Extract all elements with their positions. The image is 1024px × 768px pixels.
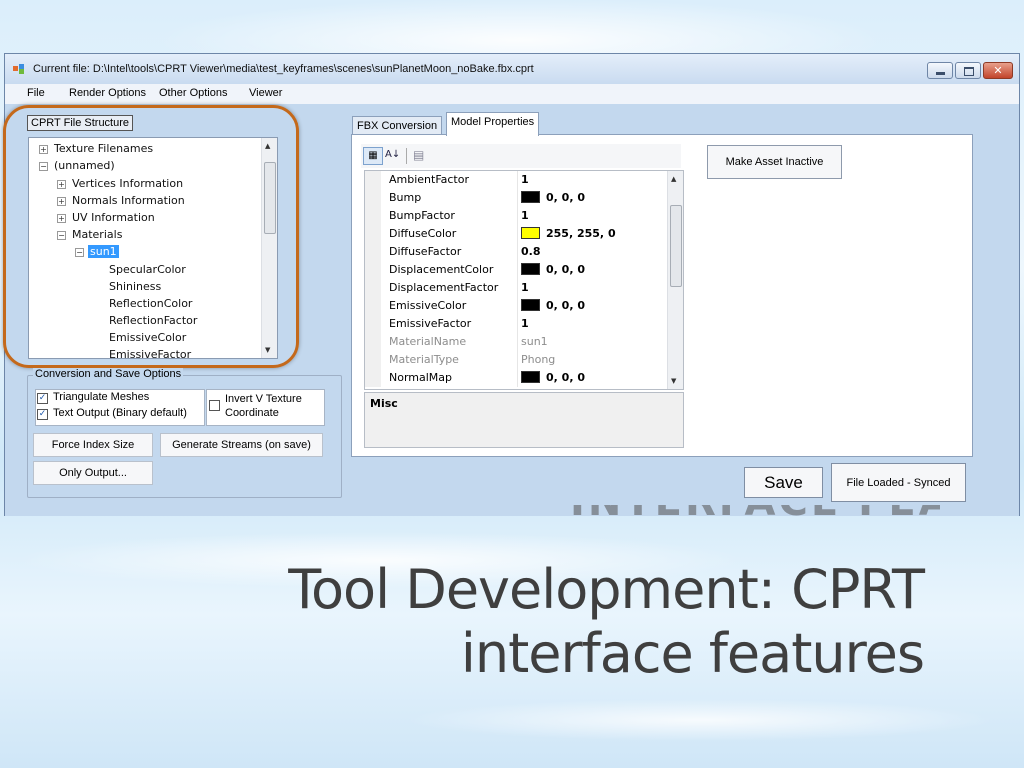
description-title: Misc: [370, 397, 398, 410]
tree-item[interactable]: + Normals Information: [57, 194, 185, 207]
categorized-icon[interactable]: ▦: [363, 147, 383, 165]
invert-v-label-line2: Coordinate: [225, 407, 279, 419]
table-row[interactable]: MaterialType Phong: [365, 351, 669, 369]
table-row[interactable]: BumpFactor 1: [365, 207, 669, 225]
table-row[interactable]: DiffuseColor 255, 255, 0: [365, 225, 669, 243]
color-swatch: [521, 299, 540, 311]
table-row[interactable]: DisplacementColor 0, 0, 0: [365, 261, 669, 279]
tree-item[interactable]: EmissiveColor: [109, 331, 186, 344]
tree-item[interactable]: − Materials: [57, 228, 122, 241]
tree-item[interactable]: + UV Information: [57, 211, 155, 224]
property-grid-toolbar: ▦ A↓ ▤: [361, 144, 681, 168]
tree-item[interactable]: ReflectionColor: [109, 297, 192, 310]
status-button[interactable]: File Loaded - Synced: [831, 463, 966, 502]
tree-item[interactable]: − (unnamed): [39, 159, 115, 172]
only-output-button[interactable]: Only Output...: [33, 461, 153, 485]
property-pages-icon[interactable]: ▤: [413, 148, 424, 162]
table-row[interactable]: EmissiveColor 0, 0, 0: [365, 297, 669, 315]
collapse-icon[interactable]: −: [39, 162, 48, 171]
app-window: Current file: D:\Intel\tools\CPRT Viewer…: [3, 53, 1020, 516]
triangulate-checkbox[interactable]: ✓: [37, 393, 48, 404]
expand-icon[interactable]: +: [39, 145, 48, 154]
tab-fbx-conversion[interactable]: FBX Conversion: [352, 116, 443, 135]
menu-render-options[interactable]: Render Options: [69, 87, 146, 99]
alphabetical-icon[interactable]: A↓: [385, 149, 400, 160]
property-description: Misc: [364, 392, 684, 448]
generate-streams-button[interactable]: Generate Streams (on save): [160, 433, 323, 457]
close-icon: ✕: [993, 64, 1003, 77]
scroll-thumb[interactable]: [264, 162, 276, 234]
invert-v-checkbox[interactable]: [209, 400, 220, 411]
force-index-size-button[interactable]: Force Index Size: [33, 433, 153, 457]
make-asset-inactive-button[interactable]: Make Asset Inactive: [707, 145, 842, 179]
tree-item[interactable]: Shininess: [109, 280, 161, 293]
table-row[interactable]: DiffuseFactor 0.8: [365, 243, 669, 261]
client-area: CPRT File Structure + Texture Filenames …: [3, 104, 1019, 516]
table-row[interactable]: AmbientFactor 1: [365, 171, 669, 189]
title-bar: Current file: D:\Intel\tools\CPRT Viewer…: [5, 54, 1019, 84]
file-structure-label: CPRT File Structure: [27, 115, 134, 131]
minimize-icon: [936, 72, 945, 75]
expand-icon[interactable]: +: [57, 214, 66, 223]
text-output-checkbox[interactable]: ✓: [37, 409, 48, 420]
minimize-button[interactable]: [927, 62, 953, 79]
triangulate-label: Triangulate Meshes: [53, 391, 150, 403]
expand-icon[interactable]: +: [57, 180, 66, 189]
text-output-label: Text Output (Binary default): [53, 407, 187, 419]
collapse-icon[interactable]: −: [75, 248, 84, 257]
color-swatch: [521, 191, 540, 203]
scroll-down-icon[interactable]: ▼: [265, 346, 270, 354]
file-structure-tree[interactable]: + Texture Filenames − (unnamed) + Vertic…: [28, 137, 278, 359]
window-title: Current file: D:\Intel\tools\CPRT Viewer…: [33, 63, 534, 75]
title-reflection: INTERFACE FEATURES: [570, 505, 940, 519]
scroll-up-icon[interactable]: ▲: [671, 175, 676, 183]
conversion-options-label: Conversion and Save Options: [33, 368, 184, 380]
slide-title-line2: interface features: [460, 622, 925, 685]
color-swatch: [521, 263, 540, 275]
table-row[interactable]: EmissiveFactor 1: [365, 315, 669, 333]
table-row[interactable]: MaterialName sun1: [365, 333, 669, 351]
tree-item-selected[interactable]: − sun1: [75, 245, 119, 258]
slide-title-line1: Tool Development: CPRT: [288, 558, 925, 621]
table-row[interactable]: Bump 0, 0, 0: [365, 189, 669, 207]
close-button[interactable]: ✕: [983, 62, 1013, 79]
menu-file[interactable]: File: [27, 87, 45, 99]
toolbar-divider: [406, 148, 407, 164]
tree-item[interactable]: ReflectionFactor: [109, 314, 197, 327]
property-grid[interactable]: AmbientFactor 1 Bump 0, 0, 0 BumpFactor 1 D…: [364, 170, 684, 390]
color-swatch: [521, 371, 540, 383]
property-grid-scrollbar[interactable]: ▲ ▼: [667, 171, 683, 389]
tab-model-properties[interactable]: Model Properties: [446, 112, 540, 136]
tree-scrollbar[interactable]: ▲ ▼: [261, 138, 277, 358]
collapse-icon[interactable]: −: [57, 231, 66, 240]
scroll-thumb[interactable]: [670, 205, 682, 287]
menu-viewer[interactable]: Viewer: [249, 87, 282, 99]
menu-other-options[interactable]: Other Options: [159, 87, 227, 99]
table-row[interactable]: NormalMap 0, 0, 0: [365, 369, 669, 387]
tree-item[interactable]: + Texture Filenames: [39, 142, 153, 155]
menu-bar: File Render Options Other Options Viewer: [5, 84, 1019, 104]
invert-v-label: Invert V Texture: [225, 393, 302, 405]
save-button[interactable]: Save: [744, 467, 823, 498]
expand-icon[interactable]: +: [57, 197, 66, 206]
maximize-icon: [964, 67, 974, 76]
color-swatch: [521, 227, 540, 239]
tree-item[interactable]: + Vertices Information: [57, 177, 183, 190]
app-icon: [13, 64, 24, 74]
scroll-down-icon[interactable]: ▼: [671, 377, 676, 385]
maximize-button[interactable]: [955, 62, 981, 79]
tree-item[interactable]: EmissiveFactor: [109, 348, 191, 358]
scroll-up-icon[interactable]: ▲: [265, 142, 270, 150]
table-row[interactable]: DisplacementFactor 1: [365, 279, 669, 297]
tree-item[interactable]: SpecularColor: [109, 263, 186, 276]
slide-title: Tool Development: CPRT interface feature…: [288, 558, 925, 686]
